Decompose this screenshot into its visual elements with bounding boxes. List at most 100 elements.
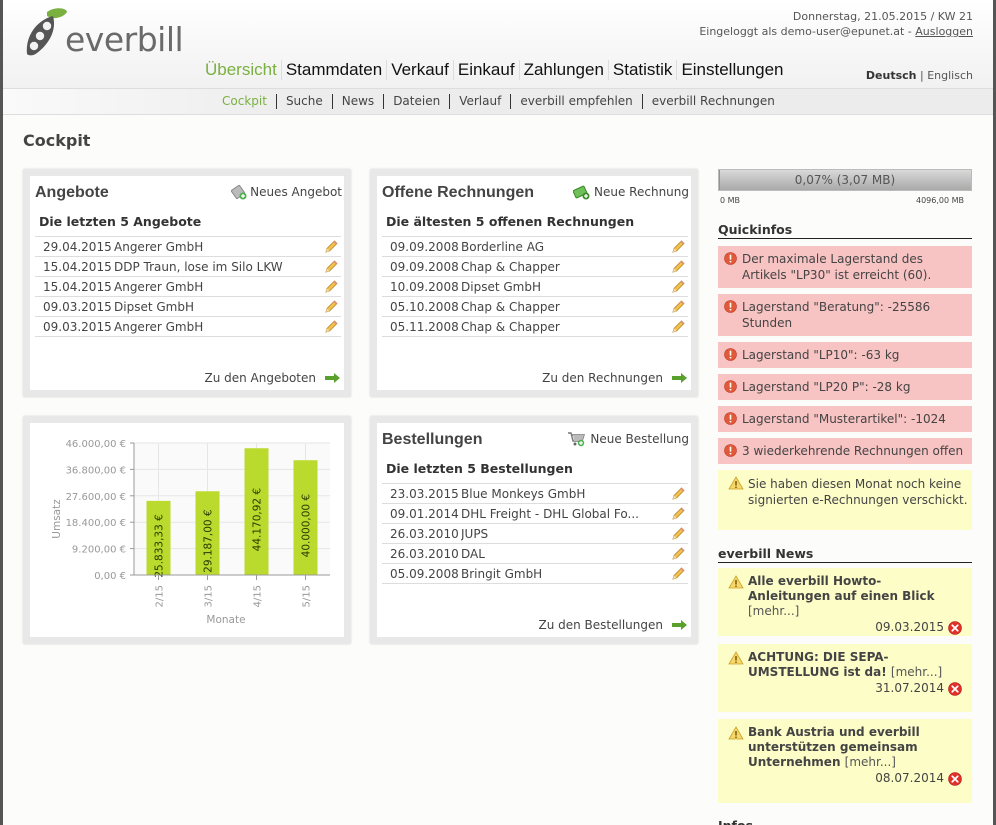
edit-pencil-icon[interactable]: [668, 299, 688, 315]
subnav-cockpit[interactable]: Cockpit: [213, 94, 276, 109]
logout-link[interactable]: Ausloggen: [915, 25, 973, 38]
news-title[interactable]: ACHTUNG: DIE SEPA-UMSTELLUNG ist da!: [748, 650, 891, 679]
news-item[interactable]: Bank Austria und everbill unterstützen g…: [718, 719, 972, 803]
edit-pencil-icon[interactable]: [668, 486, 688, 502]
subnav-verlauf[interactable]: Verlauf: [449, 94, 510, 109]
action-label: Neue Bestellung: [590, 432, 689, 446]
table-row[interactable]: 05.11.2008 Chap & Chapper: [382, 317, 688, 337]
row-name[interactable]: Chap & Chapper: [461, 320, 668, 334]
edit-pencil-icon[interactable]: [668, 259, 688, 275]
action-label: Neue Rechnung: [594, 185, 689, 199]
quickinfo-error[interactable]: 3 wiederkehrende Rechnungen offen: [718, 438, 972, 464]
table-row[interactable]: 09.01.2014 DHL Freight - DHL Global Fo...: [382, 504, 688, 524]
news-more-link[interactable]: [mehr...]: [748, 604, 799, 618]
edit-pencil-icon[interactable]: [321, 299, 341, 315]
news-more-link[interactable]: [mehr...]: [845, 755, 896, 769]
row-name[interactable]: JUPS: [461, 527, 668, 541]
nav-statistik[interactable]: Statistik: [607, 60, 677, 80]
close-icon[interactable]: [948, 771, 962, 786]
lang-englisch[interactable]: Englisch: [927, 69, 973, 82]
row-name[interactable]: Chap & Chapper: [461, 300, 668, 314]
edit-pencil-icon[interactable]: [668, 526, 688, 542]
table-row[interactable]: 15.04.2015 DDP Traun, lose im Silo LKW: [35, 257, 341, 277]
row-date: 09.03.2015: [43, 299, 112, 314]
subnav-empfehlen[interactable]: everbill empfehlen: [510, 94, 641, 109]
pea-pod-logo-icon: [26, 8, 67, 56]
quickinfo-text: 3 wiederkehrende Rechnungen offen: [742, 444, 964, 458]
row-name[interactable]: DAL: [461, 547, 668, 561]
edit-pencil-icon[interactable]: [668, 239, 688, 255]
row-name[interactable]: Angerer GmbH: [114, 320, 321, 334]
table-row[interactable]: 29.04.2015 Angerer GmbH: [35, 237, 341, 257]
lang-deutsch[interactable]: Deutsch: [866, 69, 917, 82]
table-row[interactable]: 23.03.2015 Blue Monkeys GmbH: [382, 484, 688, 504]
row-name[interactable]: Dipset GmbH: [114, 300, 321, 314]
quickinfo-warning[interactable]: Sie haben diesen Monat noch keine signie…: [718, 470, 972, 530]
edit-pencil-icon[interactable]: [321, 239, 341, 255]
news-title[interactable]: Alle everbill Howto-Anleitungen auf eine…: [748, 574, 935, 603]
row-name[interactable]: Dipset GmbH: [461, 280, 668, 294]
news-item[interactable]: ACHTUNG: DIE SEPA-UMSTELLUNG ist da! [me…: [718, 644, 972, 712]
table-row[interactable]: 10.09.2008 Dipset GmbH: [382, 277, 688, 297]
goto-rechnungen-link[interactable]: Zu den Rechnungen: [542, 371, 687, 385]
row-name[interactable]: DDP Traun, lose im Silo LKW: [114, 260, 321, 274]
row-name[interactable]: Blue Monkeys GmbH: [461, 487, 668, 501]
edit-pencil-icon[interactable]: [321, 259, 341, 275]
table-row[interactable]: 09.03.2015 Angerer GmbH: [35, 317, 341, 337]
quickinfo-error[interactable]: Lagerstand "Musterartikel": -1024: [718, 406, 972, 432]
edit-pencil-icon[interactable]: [668, 319, 688, 335]
table-row[interactable]: 05.10.2008 Chap & Chapper: [382, 297, 688, 317]
quickinfo-error[interactable]: Lagerstand "Beratung": -25586 Stunden: [718, 294, 972, 336]
table-row[interactable]: 26.03.2010 JUPS: [382, 524, 688, 544]
logo[interactable]: everbill: [23, 6, 184, 58]
row-name[interactable]: Chap & Chapper: [461, 260, 668, 274]
x-tick-label: 5/15: [302, 585, 313, 607]
nav-uebersicht[interactable]: Übersicht: [201, 60, 281, 80]
quickinfo-error[interactable]: Der maximale Lagerstand des Artikels "LP…: [718, 246, 972, 288]
table-row[interactable]: 09.09.2008 Borderline AG: [382, 237, 688, 257]
quickinfo-error[interactable]: Lagerstand "LP10": -63 kg: [718, 342, 972, 368]
goto-angebote-link[interactable]: Zu den Angeboten: [204, 371, 340, 385]
table-row[interactable]: 15.04.2015 Angerer GmbH: [35, 277, 341, 297]
row-date: 15.04.2015: [43, 279, 112, 294]
row-name[interactable]: Angerer GmbH: [114, 280, 321, 294]
nav-stammdaten[interactable]: Stammdaten: [280, 60, 386, 80]
table-row[interactable]: 26.03.2010 DAL: [382, 544, 688, 564]
edit-pencil-icon[interactable]: [668, 566, 688, 582]
quickinfo-text: Der maximale Lagerstand des Artikels "LP…: [742, 252, 932, 282]
news-more-link[interactable]: [mehr...]: [891, 665, 942, 679]
nav-zahlungen[interactable]: Zahlungen: [518, 60, 608, 80]
news-item[interactable]: Alle everbill Howto-Anleitungen auf eine…: [718, 568, 972, 636]
new-order-button[interactable]: Neue Bestellung: [567, 431, 689, 447]
edit-pencil-icon[interactable]: [668, 546, 688, 562]
quickinfo-error[interactable]: Lagerstand "LP20 P": -28 kg: [718, 374, 972, 400]
row-name[interactable]: Bringit GmbH: [461, 567, 668, 581]
table-row[interactable]: 09.03.2015 Dipset GmbH: [35, 297, 341, 317]
table-row[interactable]: 09.09.2008 Chap & Chapper: [382, 257, 688, 277]
row-date: 23.03.2015: [390, 486, 459, 501]
subnav-rechnungen[interactable]: everbill Rechnungen: [641, 94, 784, 109]
row-name[interactable]: Angerer GmbH: [114, 240, 321, 254]
bestellungen-panel: Bestellungen Neue Bestellung Die letzten…: [370, 416, 698, 644]
news-heading: everbill News: [718, 546, 972, 563]
subnav-suche[interactable]: Suche: [275, 94, 332, 109]
new-document-icon: [231, 184, 247, 200]
row-name[interactable]: Borderline AG: [461, 240, 668, 254]
edit-pencil-icon[interactable]: [321, 319, 341, 335]
edit-pencil-icon[interactable]: [321, 279, 341, 295]
subnav-dateien[interactable]: Dateien: [383, 94, 449, 109]
subnav-news[interactable]: News: [331, 94, 383, 109]
new-invoice-button[interactable]: Neue Rechnung: [573, 184, 689, 200]
goto-bestellungen-link[interactable]: Zu den Bestellungen: [539, 618, 687, 632]
arrow-right-icon: [672, 620, 687, 630]
nav-einkauf[interactable]: Einkauf: [452, 60, 519, 80]
row-name[interactable]: DHL Freight - DHL Global Fo...: [461, 507, 668, 521]
nav-verkauf[interactable]: Verkauf: [386, 60, 453, 80]
nav-einstellungen[interactable]: Einstellungen: [676, 60, 787, 80]
edit-pencil-icon[interactable]: [668, 279, 688, 295]
new-offer-button[interactable]: Neues Angebot: [231, 184, 342, 200]
close-icon[interactable]: [948, 681, 962, 696]
table-row[interactable]: 05.09.2008 Bringit GmbH: [382, 564, 688, 584]
edit-pencil-icon[interactable]: [668, 506, 688, 522]
close-icon[interactable]: [948, 620, 962, 635]
